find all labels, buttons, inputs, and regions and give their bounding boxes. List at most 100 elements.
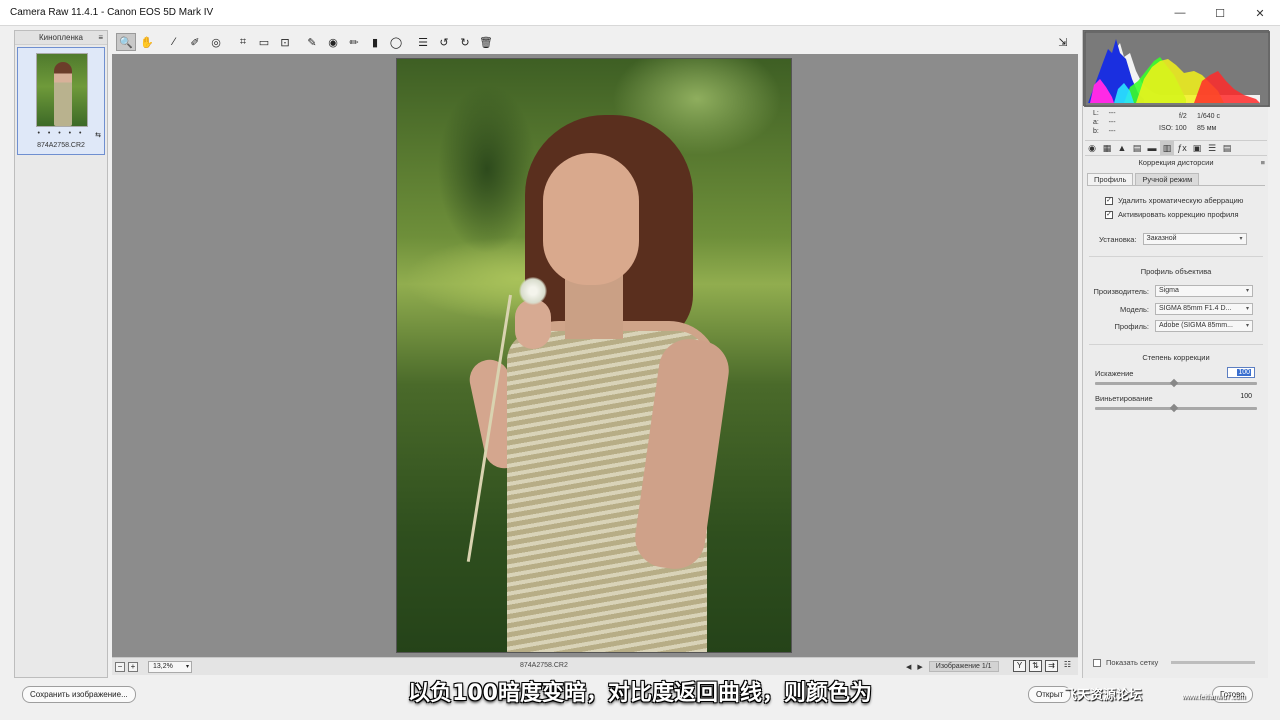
distortion-slider-thumb[interactable] xyxy=(1169,378,1179,388)
panel-title: Коррекция дисторсии ≡ xyxy=(1083,158,1269,170)
thumbnail-image xyxy=(36,53,88,127)
spot-removal-tool-icon[interactable]: ✎ xyxy=(302,33,322,51)
setup-select[interactable]: Заказной ▾ xyxy=(1142,233,1247,245)
panel-tabs-bar: ◉ ▦ ▲ ▤ ▬ ▥ ƒx ▣ ☰ ▤ xyxy=(1085,140,1267,156)
rotate-right-tool-icon[interactable]: ↻ xyxy=(455,33,475,51)
setup-row: Установка: Заказной ▾ xyxy=(1099,233,1247,245)
setup-label: Установка: xyxy=(1099,234,1137,244)
make-select[interactable]: Sigma ▾ xyxy=(1155,285,1253,297)
checkbox-checked-icon[interactable]: ✓ xyxy=(1105,210,1113,219)
rating-stars[interactable]: • • • • • xyxy=(18,130,104,137)
zoom-tool-icon[interactable]: 🔍 xyxy=(116,33,136,51)
lens-tabs: Профиль Ручной режим xyxy=(1087,173,1201,185)
crop-tool-icon[interactable]: ⌗ xyxy=(233,33,253,51)
adjustment-brush-tool-icon[interactable]: ✏ xyxy=(344,33,364,51)
color-sampler-tool-icon[interactable]: ✐ xyxy=(185,33,205,51)
exif-aperture: f/2 xyxy=(1179,113,1187,120)
checkbox-unchecked-icon[interactable] xyxy=(1093,658,1101,667)
window-title: Camera Raw 11.4.1 - Canon EOS 5D Mark IV xyxy=(10,7,214,18)
preview-canvas[interactable] xyxy=(112,54,1078,657)
zoom-level-value: 13,2% xyxy=(153,662,173,670)
effects-panel-icon[interactable]: ƒx xyxy=(1175,141,1189,155)
camera-calibration-panel-icon[interactable]: ▣ xyxy=(1190,141,1204,155)
grid-size-slider[interactable] xyxy=(1171,661,1255,664)
vignetting-value-field[interactable]: 100 xyxy=(1227,392,1255,403)
copy-settings-icon[interactable]: ⇉ xyxy=(1045,660,1058,672)
straighten-tool-icon[interactable]: ▭ xyxy=(254,33,274,51)
checkbox-checked-icon[interactable]: ✓ xyxy=(1105,196,1113,205)
zoom-level-select[interactable]: 13,2% ▾ xyxy=(148,660,192,673)
readout-b: b: --- xyxy=(1093,128,1116,135)
view-toggles: Y ⇅ ⇉ ☷ xyxy=(1010,660,1074,672)
histogram-readout: L: --- a: --- b: --- f/2 1/640 с ISO: 10… xyxy=(1083,108,1269,138)
before-after-y-icon[interactable]: Y xyxy=(1013,660,1026,672)
prev-image-icon[interactable]: ◀ xyxy=(906,663,911,671)
panel-menu-icon[interactable]: ≡ xyxy=(1261,158,1265,167)
model-label: Модель: xyxy=(1119,304,1149,314)
model-select[interactable]: SIGMA 85mm F1.4 D... ▾ xyxy=(1155,303,1253,315)
transform-tool-icon[interactable]: ⊡ xyxy=(275,33,295,51)
filmstrip-title: Кинопленка xyxy=(39,33,83,42)
hsl-panel-icon[interactable]: ▤ xyxy=(1130,141,1144,155)
preview-image[interactable] xyxy=(396,58,792,653)
white-balance-tool-icon[interactable]: ⁄ xyxy=(164,33,184,51)
delete-tool-icon[interactable]: 🗑 xyxy=(476,33,496,51)
filmstrip-menu-icon[interactable]: ≡ xyxy=(98,33,103,42)
next-image-icon[interactable]: ▶ xyxy=(917,663,922,671)
remove-ca-label: Удалить хроматическую аберрацию xyxy=(1118,196,1244,205)
model-row: Модель: SIGMA 85mm F1.4 D... ▾ xyxy=(1093,303,1253,315)
histogram-graph xyxy=(1084,31,1270,107)
snapshots-panel-icon[interactable]: ▤ xyxy=(1220,141,1234,155)
presets-list-tool-icon[interactable]: ☰ xyxy=(413,33,433,51)
graduated-filter-tool-icon[interactable]: ▮ xyxy=(365,33,385,51)
tab-profile[interactable]: Профиль xyxy=(1087,173,1134,185)
hand-tool-icon[interactable]: ✋ xyxy=(137,33,157,51)
maximize-button[interactable]: ☐ xyxy=(1200,0,1240,26)
split-toning-panel-icon[interactable]: ▬ xyxy=(1145,141,1159,155)
filmstrip-panel: Кинопленка ≡ • • • • • ⇆ 874A2758.CR2 xyxy=(14,30,108,678)
basic-panel-icon[interactable]: ◉ xyxy=(1085,141,1099,155)
detail-panel-icon[interactable]: ▲ xyxy=(1115,141,1129,155)
red-eye-tool-icon[interactable]: ◉ xyxy=(323,33,343,51)
filmstrip-thumbnail[interactable]: • • • • • ⇆ 874A2758.CR2 xyxy=(17,47,105,155)
enable-profile-label: Активировать коррекцию профиля xyxy=(1118,210,1239,219)
remove-ca-checkbox[interactable]: ✓ Удалить хроматическую аберрацию xyxy=(1105,196,1243,205)
exif-focal: 85 мм xyxy=(1197,125,1217,132)
fullscreen-toggle-icon[interactable]: ⇲ xyxy=(1053,33,1073,51)
zoom-in-button[interactable]: + xyxy=(128,661,138,672)
filmstrip-header: Кинопленка ≡ xyxy=(15,31,107,45)
lens-corrections-panel-icon[interactable]: ▥ xyxy=(1160,141,1174,155)
show-grid-label: Показать сетку xyxy=(1106,658,1159,667)
panel-title-text: Коррекция дисторсии xyxy=(1138,158,1214,167)
profile-label: Профиль: xyxy=(1114,321,1149,331)
distortion-label: Искажение xyxy=(1095,369,1134,378)
preview-settings-icon[interactable]: ☷ xyxy=(1061,660,1074,672)
exif-shutter: 1/640 с xyxy=(1197,113,1220,120)
profile-select[interactable]: Adobe (SIGMA 85mm... ▾ xyxy=(1155,320,1253,332)
watermark-url: www.feitianwu7.com xyxy=(1182,694,1246,701)
image-navigator: ◀ ▶ Изображение 1/1 xyxy=(906,661,1009,672)
histogram xyxy=(1083,30,1270,107)
rotate-left-tool-icon[interactable]: ↺ xyxy=(434,33,454,51)
presets-panel-icon[interactable]: ☰ xyxy=(1205,141,1219,155)
vignetting-slider-thumb[interactable] xyxy=(1169,403,1179,413)
show-grid-checkbox[interactable]: Показать сетку xyxy=(1093,658,1158,667)
tab-manual[interactable]: Ручной режим xyxy=(1135,173,1200,185)
readout-l: L: --- xyxy=(1093,110,1116,117)
tone-curve-panel-icon[interactable]: ▦ xyxy=(1100,141,1114,155)
minimize-button[interactable]: — xyxy=(1160,0,1200,26)
close-button[interactable]: ✕ xyxy=(1240,0,1280,26)
radial-filter-tool-icon[interactable]: ◯ xyxy=(386,33,406,51)
swap-settings-icon[interactable]: ⇅ xyxy=(1029,660,1042,672)
vignetting-label: Виньетирование xyxy=(1095,394,1153,403)
profile-row: Профиль: Adobe (SIGMA 85mm... ▾ xyxy=(1093,320,1253,332)
targeted-adjustment-tool-icon[interactable]: ◎ xyxy=(206,33,226,51)
zoom-out-button[interactable]: − xyxy=(115,661,125,672)
distortion-value-field[interactable]: 100 xyxy=(1227,367,1255,378)
make-row: Производитель: Sigma ▾ xyxy=(1093,285,1253,297)
preview-filename: 874A2758.CR2 xyxy=(520,662,568,669)
image-counter: Изображение 1/1 xyxy=(928,661,999,672)
enable-profile-checkbox[interactable]: ✓ Активировать коррекцию профиля xyxy=(1105,210,1239,219)
chevron-down-icon: ▾ xyxy=(185,663,189,670)
make-label: Производитель: xyxy=(1093,286,1149,296)
